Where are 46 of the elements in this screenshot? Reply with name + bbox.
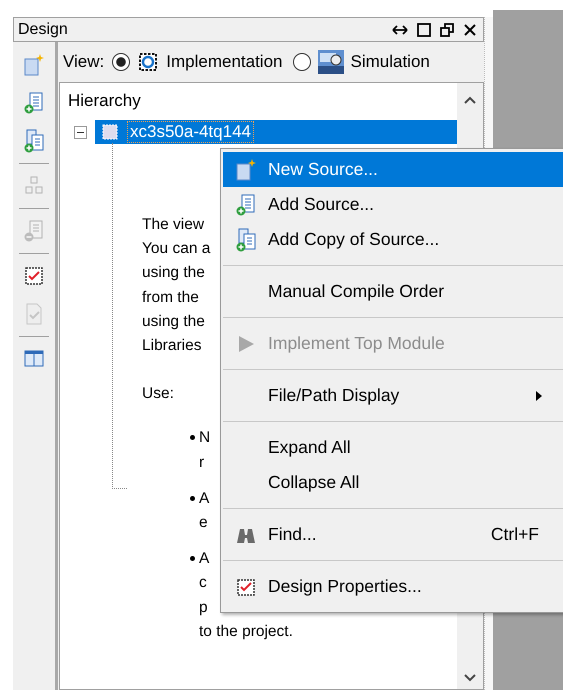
add-copy-icon[interactable] (23, 129, 45, 153)
menu-item[interactable]: File/Path Display (223, 378, 563, 413)
resize-icon[interactable] (392, 22, 408, 36)
view-radio[interactable] (292, 53, 310, 71)
menu-item[interactable]: Add Source... (223, 187, 563, 222)
view-label: View: (63, 52, 104, 72)
tree-node[interactable]: xc3s50a-4tq144 (95, 120, 457, 144)
new-file-icon[interactable] (23, 53, 45, 77)
scroll-up-icon[interactable] (463, 95, 477, 105)
chip-icon (101, 123, 119, 141)
hierarchy-title: Hierarchy (67, 91, 142, 112)
menu-item[interactable]: Design Properties... (223, 569, 563, 604)
close-icon[interactable] (463, 22, 477, 36)
bullet-text-line: c (199, 573, 207, 594)
menu-item[interactable]: Add Copy of Source... (223, 222, 563, 257)
bullet-text-line: p (199, 598, 208, 618)
bullet-text-line: A (199, 488, 210, 509)
bullet-icon (190, 435, 195, 440)
simulator-icon (316, 49, 344, 75)
view-option-label[interactable]: Simulation (350, 52, 430, 72)
bullet-text-line: A (199, 549, 210, 570)
bullet-icon (190, 556, 195, 562)
menu-item[interactable]: Find... Ctrl+F (223, 517, 563, 552)
add-document-icon[interactable] (23, 91, 45, 115)
bullet-text-line: N (199, 428, 210, 448)
bullet-text-line: to the project. (199, 622, 293, 642)
menu-item[interactable]: Expand All (223, 430, 563, 465)
collapse-toggle[interactable] (74, 126, 87, 138)
menu-item[interactable]: New Source... (223, 152, 563, 187)
bullet-text-line: r (199, 452, 204, 473)
view-option-label[interactable]: Implementation (166, 52, 282, 72)
scroll-down-icon[interactable] (463, 673, 477, 683)
use-label: Use: (142, 384, 174, 404)
add-document-icon (234, 192, 256, 216)
menu-item[interactable]: Manual Compile Order (223, 274, 563, 309)
menu-item[interactable]: Collapse All (223, 465, 563, 500)
panel-title: Design (18, 20, 69, 38)
bullet-text-line: e (199, 513, 208, 534)
bullet-icon (190, 496, 195, 501)
maximize-icon[interactable] (417, 22, 431, 36)
view-radio[interactable] (112, 53, 130, 71)
restore-icon[interactable] (440, 22, 454, 36)
new-file-icon (234, 158, 256, 182)
shortcut-text: Ctrl+F (490, 524, 539, 545)
help-paragraph: The view You can a using the from the using the Libraries (142, 215, 210, 356)
add-copy-icon (234, 228, 256, 252)
